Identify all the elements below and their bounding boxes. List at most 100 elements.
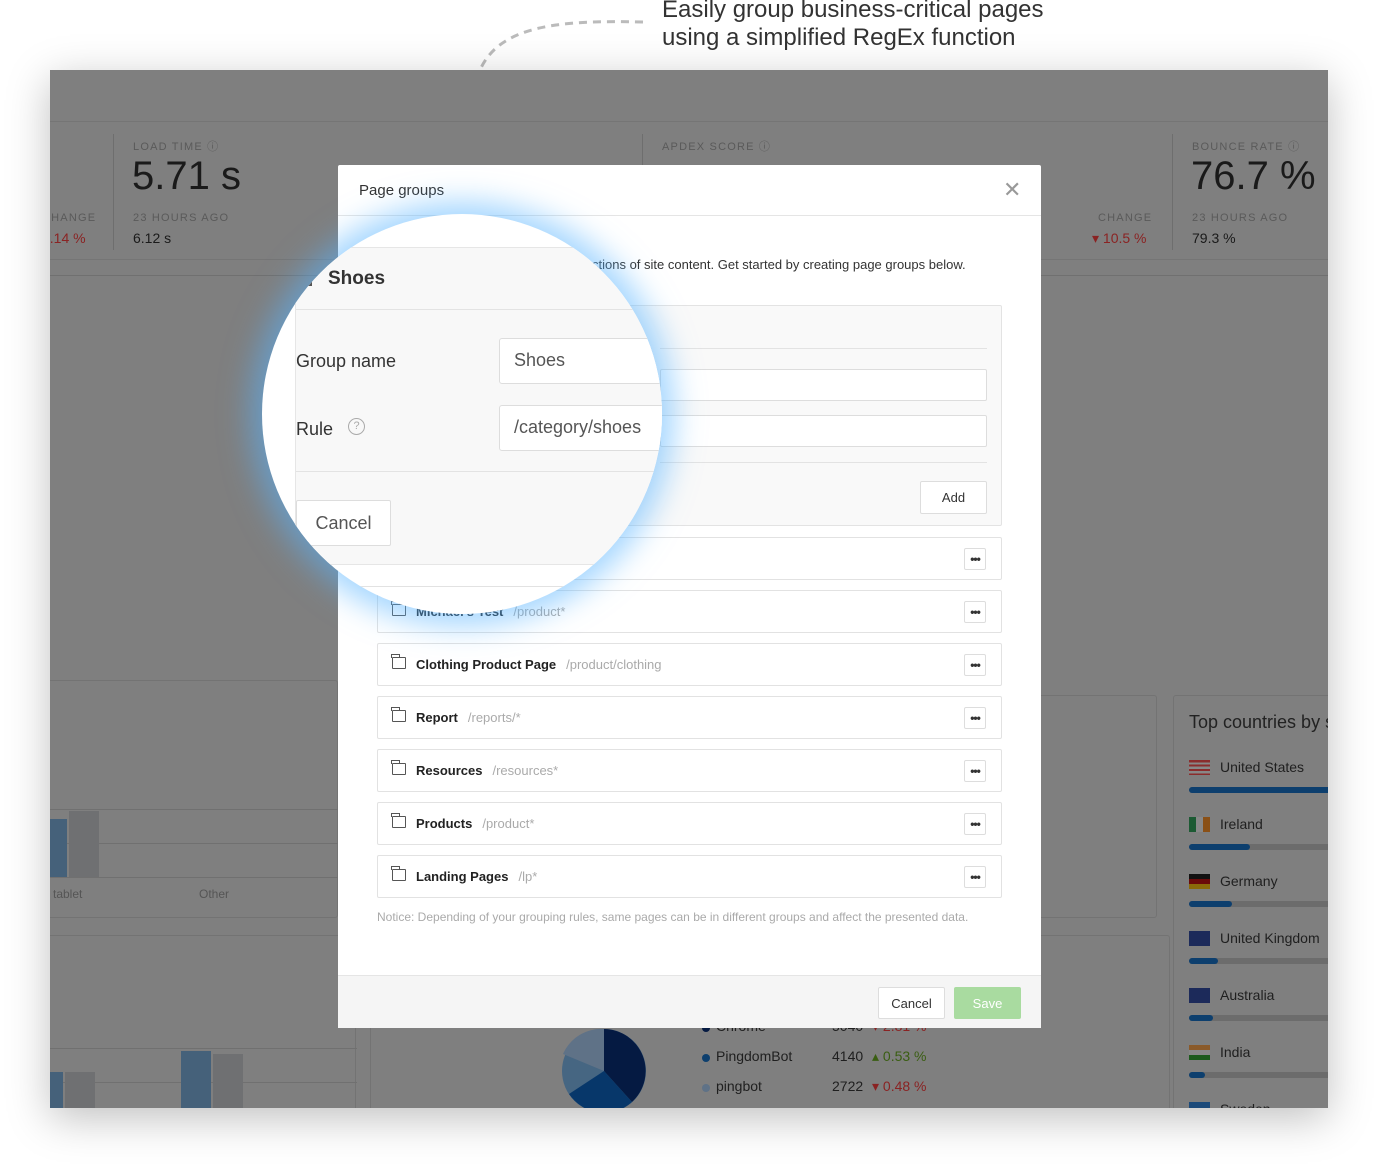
add-button[interactable]: Add [920, 481, 987, 514]
modal-title: Page groups [359, 182, 445, 199]
callout-line-2: using a simplified RegEx function [662, 24, 1016, 51]
metric-label: CHANGE [1098, 212, 1153, 224]
metric-bounce-rate: BOUNCE RATE ⓘ [1192, 141, 1301, 153]
group-row[interactable]: Resources/resources* ••• [377, 749, 1002, 792]
more-options-button[interactable]: ••• [964, 654, 986, 676]
share-bar-fill [1189, 844, 1250, 850]
legend-dot [702, 1084, 710, 1092]
chart-bar [69, 811, 99, 877]
flag-icon [1189, 760, 1210, 775]
share-bar [1189, 958, 1328, 964]
flag-icon [1189, 1045, 1210, 1060]
country-name: Sweden [1220, 1101, 1271, 1108]
flag-icon [1189, 817, 1210, 832]
country-item: Ireland [1189, 816, 1328, 856]
folder-icon [304, 272, 312, 286]
close-icon[interactable]: ✕ [1003, 177, 1021, 203]
group-rule: /product/clothing [566, 657, 662, 672]
share-bar-fill [1189, 1015, 1213, 1021]
metric-load-time: LOAD TIME ⓘ [133, 141, 220, 153]
country-name: United Kingdom [1220, 930, 1320, 946]
top-countries-panel: Top countries by s United States Ireland… [1173, 695, 1328, 1108]
group-name-input[interactable] [660, 369, 987, 401]
country-item: Germany [1189, 873, 1328, 913]
metric-value: 5.71 s [132, 154, 241, 198]
edit-group-panel: Shoes Group name Shoes Rule ? /category/… [295, 247, 662, 565]
share-bar-fill [1189, 1072, 1205, 1078]
rule-label: Rule [296, 419, 334, 439]
group-rule: /resources* [492, 763, 559, 778]
browser-count: 4140 [832, 1048, 864, 1064]
browser-pie-chart [562, 1028, 646, 1108]
callout-line-1: Easily group business-critical pages [662, 0, 1044, 23]
browser-change: ▾ 0.48 % [872, 1078, 927, 1094]
modal-header: Page groups ✕ [338, 165, 1041, 216]
group-row [352, 586, 662, 614]
browser-row: pingbot 2722 ▾ 0.48 % [702, 1078, 1002, 1098]
group-title: Shoes [328, 268, 386, 289]
share-bar [1189, 1015, 1328, 1021]
more-options-button[interactable]: ••• [964, 760, 986, 782]
axis-label: Other [199, 887, 230, 901]
country-item: United States [1189, 759, 1328, 799]
folder-icon [391, 813, 406, 828]
metric-value: 7.14 % [50, 230, 86, 246]
more-options-button[interactable]: ••• [964, 866, 986, 888]
group-name: Products/product* [416, 816, 535, 831]
notice-text: Notice: Depending of your grouping rules… [377, 910, 969, 924]
country-item: Australia [1189, 987, 1328, 1027]
group-rule: /reports/* [467, 710, 521, 725]
group-name-input[interactable]: Shoes [499, 338, 662, 384]
countries-title: Top countries by s [1189, 712, 1328, 732]
group-rule: /lp* [518, 869, 538, 884]
more-options-button[interactable]: ••• [964, 601, 986, 623]
modal-footer: Cancel Save [338, 975, 1041, 1028]
rule-input[interactable]: /category/shoes [499, 405, 662, 451]
more-options-button[interactable]: ••• [964, 707, 986, 729]
share-bar [1189, 901, 1328, 907]
folder-icon [391, 866, 406, 881]
more-options-button[interactable]: ••• [964, 548, 986, 570]
metric-value: 76.7 % [1191, 154, 1316, 198]
country-name: Ireland [1220, 816, 1263, 832]
share-bar-fill [1189, 787, 1328, 793]
metric-ago-value: 79.3 % [1192, 230, 1236, 246]
browser-row: PingdomBot 4140 ▴ 0.53 % [702, 1048, 1002, 1068]
group-row[interactable]: Report/reports/* ••• [377, 696, 1002, 739]
country-item: United Kingdom [1189, 930, 1328, 970]
share-bar-fill [1189, 958, 1218, 964]
save-button[interactable]: Save [954, 987, 1021, 1019]
help-icon[interactable]: ? [348, 418, 365, 435]
metric-label: CHANGE [50, 212, 97, 224]
metric-apdex: APDEX SCORE ⓘ [662, 141, 772, 153]
country-item: Sweden [1189, 1101, 1328, 1108]
cancel-button[interactable]: Cancel [878, 987, 945, 1019]
country-name: United States [1220, 759, 1305, 775]
group-row[interactable]: Clothing Product Page/product/clothing •… [377, 643, 1002, 686]
share-bar [1189, 1072, 1328, 1078]
country-name: Australia [1220, 987, 1275, 1003]
legend-dot [702, 1054, 710, 1062]
group-name: Landing Pages/lp* [416, 869, 538, 884]
group-name: Resources/resources* [416, 763, 559, 778]
browser-count: 2722 [832, 1078, 864, 1094]
flag-icon [1189, 988, 1210, 1003]
group-name-label: Group name [296, 351, 397, 371]
folder-icon [391, 654, 406, 669]
axis-label: tablet [53, 887, 83, 901]
feature-callout: Easily group business-critical pages usi… [662, 0, 1044, 52]
top-bar [50, 70, 1328, 122]
group-row[interactable]: Landing Pages/lp* ••• [377, 855, 1002, 898]
more-options-button[interactable]: ••• [964, 813, 986, 835]
flag-icon [1189, 1102, 1210, 1108]
group-row[interactable]: Products/product* ••• [377, 802, 1002, 845]
flag-icon [1189, 931, 1210, 946]
metric-ago-label: 23 HOURS AGO [133, 212, 230, 224]
rule-input[interactable] [660, 415, 987, 447]
share-bar [1189, 844, 1328, 850]
browser-change: ▴ 0.53 % [872, 1048, 927, 1064]
folder-icon [391, 760, 406, 775]
group-rule: /product* [482, 816, 535, 831]
cancel-button[interactable]: Cancel [296, 500, 391, 546]
metric-change: ▾ 10.5 % [1092, 230, 1147, 246]
